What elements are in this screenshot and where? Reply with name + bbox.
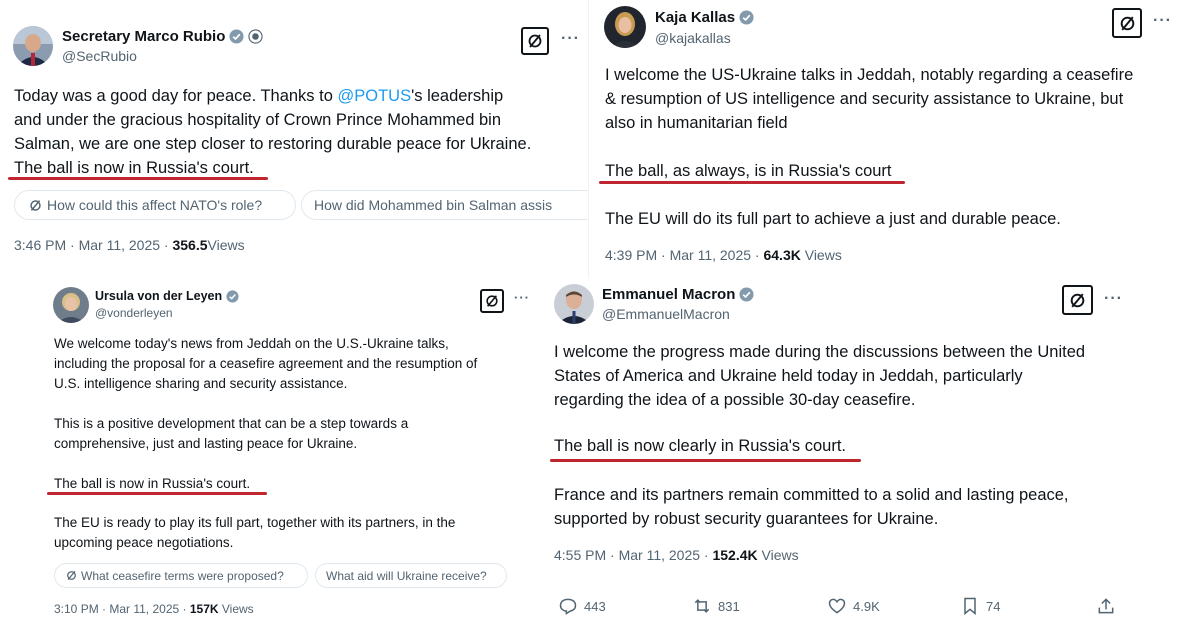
share-button[interactable] [1096,596,1116,616]
tweet-metadata: 4:55 PM · Mar 11, 2025 · 152.4K Views [554,547,799,563]
tweet-macron: Emmanuel Macron @EmmanuelMacron ··· I we… [548,278,1136,625]
display-name-text: Emmanuel Macron [602,286,736,303]
avatar[interactable] [554,284,594,324]
display-name[interactable]: Secretary Marco Rubio [62,28,264,45]
avatar[interactable] [53,287,89,323]
tweet-text-3: The EU is ready to play its full part, t… [54,515,456,550]
handle[interactable]: @kajakallas [655,30,731,46]
red-underline [550,459,861,462]
avatar[interactable] [13,26,53,66]
grok-icon[interactable] [1062,285,1093,315]
verified-badge-icon [226,289,239,303]
tweet-kallas: Kaja Kallas @kajakallas ··· I welcome th… [588,0,1182,280]
mention-potus[interactable]: @POTUS [337,87,411,105]
grok-suggestion-chip[interactable]: How did Mohammed bin Salman assis [301,190,590,220]
more-icon[interactable]: ··· [514,290,530,305]
grok-icon[interactable] [1112,8,1142,38]
avatar[interactable] [604,6,646,48]
red-underline [599,181,905,184]
display-name[interactable]: Ursula von der Leyen [95,289,239,303]
repost-button[interactable]: 831 [692,596,740,616]
tweet-text-2: France and its partners remain committed… [554,486,1069,528]
highlighted-sentence: The ball is now in Russia's court. [54,476,251,491]
handle[interactable]: @SecRubio [62,48,137,64]
grok-suggestion-chip[interactable]: What ceasefire terms were proposed? [54,563,308,588]
views-count: 157K [189,602,219,616]
grok-suggestion-chip[interactable]: What aid will Ukraine receive? [315,563,507,588]
tweet-text: We welcome today's news from Jeddah on t… [54,336,478,391]
more-icon[interactable]: ··· [1104,290,1123,308]
tweet-metadata: 4:39 PM · Mar 11, 2025 · 64.3K Views [605,247,842,263]
grok-icon [30,199,41,211]
tweet-text: I welcome the progress made during the d… [554,343,1086,409]
government-badge-icon [248,29,264,44]
highlighted-sentence: The ball, as always, is in Russia's cour… [605,162,892,180]
bookmark-icon [964,597,976,616]
views-count: 64.3K [763,247,801,263]
handle[interactable]: @vonderleyen [95,306,173,320]
tweet-metadata: 3:46 PM · Mar 11, 2025 · 356.5Views [14,237,245,253]
red-underline [8,177,268,180]
grok-icon[interactable] [521,27,549,55]
display-name-text: Kaja Kallas [655,9,736,26]
red-underline [47,492,267,495]
display-name[interactable]: Kaja Kallas [655,9,754,26]
reply-button[interactable]: 443 [558,596,606,616]
grok-icon [67,570,76,581]
display-name-text: Secretary Marco Rubio [62,28,226,45]
tweet-text: Today was a good day for peace. Thanks t… [14,84,584,180]
grok-suggestion-chip[interactable]: How could this affect NATO's role? [14,190,296,220]
views-count: 152.4K [712,547,758,563]
tweet-rubio: Secretary Marco Rubio @SecRubio ··· Toda… [0,0,590,270]
handle[interactable]: @EmmanuelMacron [602,306,730,322]
tweet-text-2: The EU will do its full part to achieve … [605,210,1061,228]
highlighted-sentence: The ball is now clearly in Russia's cour… [554,437,847,455]
share-icon [1098,598,1114,614]
like-button[interactable]: 4.9K [827,596,880,616]
verified-badge-icon [739,10,754,25]
display-name-text: Ursula von der Leyen [95,289,223,303]
verified-badge-icon [739,287,754,302]
display-name[interactable]: Emmanuel Macron [602,286,754,303]
more-icon[interactable]: ··· [561,30,580,48]
reply-icon [559,598,577,615]
tweet-metadata: 3:10 PM · Mar 11, 2025 · 157K Views [54,602,254,616]
bookmark-button[interactable]: 74 [960,596,1000,616]
verified-badge-icon [229,29,244,44]
grok-icon[interactable] [480,289,504,313]
tweet-text: I welcome the US-Ukraine talks in Jeddah… [605,66,1134,132]
more-icon[interactable]: ··· [1153,12,1172,30]
repost-icon [694,599,710,613]
like-icon [828,598,846,614]
views-count: 356.5 [172,237,208,253]
tweet-vonderleyen: Ursula von der Leyen @vonderleyen ··· We… [42,278,548,625]
tweet-text-2: This is a positive development that can … [54,416,409,451]
